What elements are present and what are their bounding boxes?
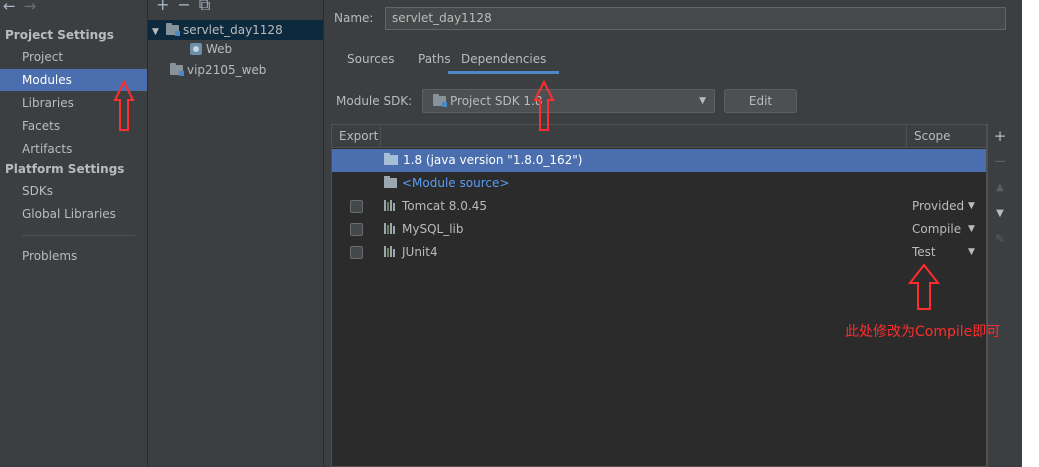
chevron-down-icon[interactable]: ▼ — [968, 195, 975, 218]
nav-item-sdks[interactable]: SDKs — [0, 180, 147, 202]
module-folder-icon — [170, 63, 184, 76]
source-folder-icon — [384, 176, 397, 188]
jdk-folder-icon — [384, 153, 398, 165]
nav-item-artifacts[interactable]: Artifacts — [0, 138, 147, 160]
move-down-icon[interactable]: ▼ — [992, 206, 1008, 222]
table-row-tomcat[interactable]: Tomcat 8.0.45 Provided ▼ — [332, 195, 986, 218]
scope-select[interactable]: Provided — [912, 195, 964, 218]
dependency-name: 1.8 (java version "1.8.0_162") — [384, 149, 582, 172]
library-icon — [384, 200, 397, 211]
module-name-field[interactable]: servlet_day1128 — [385, 7, 1006, 30]
tree-toolbar: + − ⧉ — [156, 0, 218, 15]
table-side-toolbar: + − ▲ ▼ ✎ — [987, 124, 1011, 467]
dependency-name: Tomcat 8.0.45 — [384, 195, 487, 218]
module-sdk-label: Module SDK: — [336, 94, 413, 108]
platform-settings-heading: Platform Settings — [5, 162, 125, 176]
copy-icon[interactable]: ⧉ — [199, 0, 210, 14]
nav-item-global-libraries[interactable]: Global Libraries — [0, 203, 147, 225]
library-icon — [384, 246, 397, 257]
tree-item-web-facet[interactable]: Web — [190, 39, 232, 59]
remove-icon[interactable]: − — [177, 0, 190, 14]
module-folder-icon — [166, 23, 180, 36]
column-header-scope[interactable]: Scope — [914, 125, 951, 147]
nav-item-project[interactable]: Project — [0, 46, 147, 68]
export-checkbox[interactable] — [350, 246, 363, 259]
chevron-down-icon[interactable]: ▼ — [968, 241, 975, 264]
sdk-select-value: Project SDK 1.8 — [450, 94, 543, 108]
nav-item-problems[interactable]: Problems — [0, 245, 147, 267]
sdk-folder-icon — [433, 94, 447, 107]
tab-dependencies[interactable]: Dependencies — [448, 50, 560, 74]
tree-item-servlet-day1128[interactable]: ▼ servlet_day1128 — [148, 20, 323, 40]
tree-item-vip2105-web[interactable]: vip2105_web — [170, 60, 266, 80]
chevron-down-icon[interactable]: ▼ — [968, 218, 975, 241]
project-settings-heading: Project Settings — [5, 28, 114, 42]
column-header-name — [381, 125, 907, 147]
edit-dependency-icon[interactable]: ✎ — [992, 231, 1008, 247]
nav-history: ← → — [3, 0, 44, 15]
expand-triangle-icon[interactable]: ▼ — [152, 22, 166, 42]
table-row-mysql-lib[interactable]: MySQL_lib Compile ▼ — [332, 218, 986, 241]
annotation-arrow-up-icon — [113, 80, 135, 131]
remove-dependency-icon[interactable]: − — [992, 153, 1008, 169]
settings-nav: ← → Project Settings Project Modules Libr… — [0, 0, 148, 467]
table-row-module-source[interactable]: <Module source> — [332, 172, 986, 195]
dependency-name: JUnit4 — [384, 241, 438, 264]
chevron-down-icon: ▼ — [699, 96, 706, 106]
scope-select[interactable]: Compile — [912, 218, 961, 241]
back-arrow-icon[interactable]: ← — [3, 0, 16, 15]
export-checkbox[interactable] — [350, 200, 363, 213]
annotation-note: 此处修改为Compile即可 — [845, 324, 1001, 340]
tab-sources[interactable]: Sources — [347, 50, 394, 74]
table-header: Export Scope — [332, 125, 986, 148]
tree-item-label: Web — [206, 42, 233, 56]
move-up-icon[interactable]: ▲ — [992, 180, 1008, 196]
library-icon — [384, 223, 397, 234]
dependency-name: <Module source> — [384, 172, 509, 195]
add-dependency-icon[interactable]: + — [992, 128, 1008, 144]
screen-margin — [1022, 0, 1039, 467]
table-row-junit4[interactable]: JUnit4 Test ▼ — [332, 241, 986, 264]
dependencies-table: Export Scope 1.8 (java version "1.8.0_16… — [331, 124, 987, 467]
web-facet-icon — [190, 43, 202, 55]
scope-select[interactable]: Test — [912, 241, 936, 264]
nav-divider — [22, 235, 135, 236]
export-checkbox[interactable] — [350, 223, 363, 236]
module-tree-panel: + − ⧉ ▼ servlet_day1128 Web vip2105_web — [148, 0, 324, 467]
annotation-arrow-up-icon — [908, 263, 940, 310]
table-row-jdk[interactable]: 1.8 (java version "1.8.0_162") — [332, 149, 986, 172]
forward-arrow-icon[interactable]: → — [24, 0, 37, 15]
annotation-arrow-up-icon — [533, 80, 555, 131]
tree-item-label: servlet_day1128 — [183, 23, 283, 37]
add-icon[interactable]: + — [156, 0, 169, 14]
module-detail-panel: Name: servlet_day1128 Sources Paths Depe… — [325, 0, 1022, 467]
project-structure-window: ← → Project Settings Project Modules Libr… — [0, 0, 1022, 467]
dependency-name: MySQL_lib — [384, 218, 464, 241]
tree-item-label: vip2105_web — [187, 63, 267, 77]
name-label: Name: — [334, 11, 374, 25]
tab-paths[interactable]: Paths — [418, 50, 451, 74]
module-sdk-select[interactable]: Project SDK 1.8 ▼ — [422, 89, 715, 113]
edit-sdk-button[interactable]: Edit — [724, 89, 797, 113]
column-header-export[interactable]: Export — [332, 125, 381, 147]
